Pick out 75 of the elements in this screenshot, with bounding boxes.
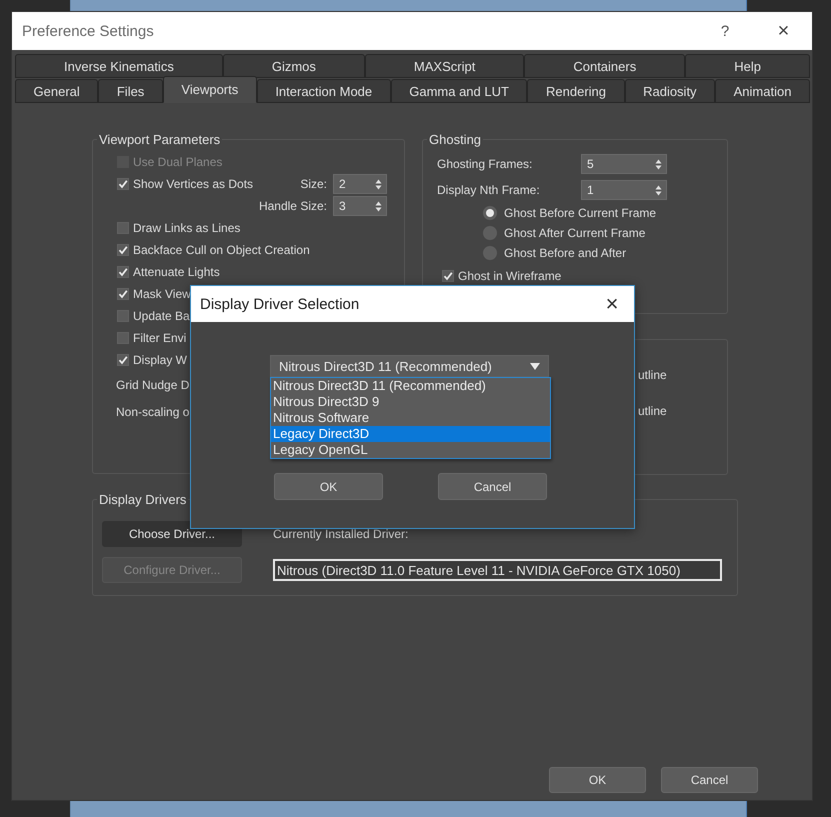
checkbox[interactable] bbox=[117, 222, 129, 234]
checkbox-label: Display W bbox=[133, 353, 188, 367]
ok-button[interactable]: OK bbox=[549, 767, 646, 793]
help-button[interactable]: ? bbox=[695, 22, 755, 40]
radio-label: Ghost Before Current Frame bbox=[504, 206, 656, 220]
radio-button[interactable] bbox=[483, 206, 497, 220]
spinner-label: Display Nth Frame: bbox=[437, 183, 540, 197]
radio-button[interactable] bbox=[483, 226, 497, 240]
checkbox[interactable] bbox=[442, 270, 454, 282]
cancel-button[interactable]: Cancel bbox=[438, 473, 547, 500]
dropdown-option[interactable]: Legacy OpenGL bbox=[271, 442, 550, 458]
dropdown-arrow-icon[interactable] bbox=[530, 362, 540, 370]
spinner-field[interactable]: 5 bbox=[581, 154, 667, 174]
field-label: Non-scaling o bbox=[116, 404, 190, 418]
cancel-button[interactable]: Cancel bbox=[661, 767, 758, 793]
tab[interactable]: Gizmos bbox=[222, 54, 365, 78]
checkbox-label: Mask View bbox=[133, 287, 191, 301]
spinner-arrows-icon[interactable] bbox=[375, 200, 382, 212]
tab[interactable]: MAXScript bbox=[364, 54, 524, 78]
checkbox[interactable] bbox=[117, 244, 129, 256]
checkbox-label: Use Dual Planes bbox=[133, 155, 222, 169]
driver-dropdown[interactable]: Nitrous Direct3D 11 (Recommended) bbox=[270, 355, 549, 377]
group-title: Viewport Parameters bbox=[98, 132, 222, 147]
spinner-label: Ghosting Frames: bbox=[437, 157, 532, 171]
field-label: Currently Installed Driver: bbox=[273, 527, 410, 541]
checkbox[interactable] bbox=[117, 332, 129, 344]
radio-label: Ghost Before and After bbox=[504, 246, 626, 260]
radio-label: Ghost After Current Frame bbox=[504, 226, 646, 240]
dropdown-option[interactable]: Nitrous Direct3D 9 bbox=[271, 394, 550, 410]
spinner-label: Handle Size: bbox=[258, 199, 327, 213]
dialog-title: Display Driver Selection bbox=[200, 296, 360, 312]
window-title: Preference Settings bbox=[22, 22, 155, 40]
option-label: utline bbox=[638, 404, 667, 418]
checkbox-label: Update Ba bbox=[133, 309, 190, 323]
spinner-label: Size: bbox=[300, 177, 327, 191]
driver-field[interactable]: Nitrous (Direct3D 11.0 Feature Level 11 - NVIDIA GeForce GTX 1050) bbox=[273, 559, 722, 581]
tab[interactable]: Interaction Mode bbox=[256, 79, 391, 103]
checkbox-label: Backface Cull on Object Creation bbox=[133, 243, 310, 257]
checkbox-label: Attenuate Lights bbox=[133, 265, 220, 279]
option-label: utline bbox=[638, 368, 667, 382]
close-button[interactable]: × bbox=[590, 291, 634, 317]
tab[interactable]: Radiosity bbox=[624, 79, 716, 103]
spinner-arrows-icon[interactable] bbox=[655, 184, 662, 196]
dropdown-option[interactable]: Nitrous Direct3D 11 (Recommended) bbox=[271, 378, 550, 394]
group-title: Display Drivers bbox=[98, 492, 188, 507]
checkbox[interactable] bbox=[117, 178, 129, 190]
tab[interactable]: Gamma and LUT bbox=[390, 79, 528, 103]
tab[interactable]: Inverse Kinematics bbox=[15, 54, 223, 78]
checkbox-label: Draw Links as Lines bbox=[133, 221, 240, 235]
checkbox-label: Show Vertices as Dots bbox=[133, 177, 254, 191]
dropdown-option[interactable]: Nitrous Software bbox=[271, 410, 550, 426]
tab[interactable]: Containers bbox=[524, 54, 686, 78]
dropdown-option[interactable]: Legacy Direct3D bbox=[271, 426, 550, 442]
spinner-field[interactable]: 2 bbox=[333, 174, 387, 194]
checkbox[interactable] bbox=[117, 354, 129, 366]
radio-button[interactable] bbox=[483, 246, 497, 260]
spinner-field[interactable]: 1 bbox=[581, 180, 667, 200]
tab[interactable]: Viewports bbox=[162, 76, 257, 103]
group-title: Ghosting bbox=[428, 132, 482, 147]
tab[interactable]: Rendering bbox=[527, 79, 625, 103]
spinner-arrows-icon[interactable] bbox=[375, 178, 382, 190]
spinner-arrows-icon[interactable] bbox=[655, 158, 662, 170]
checkbox[interactable] bbox=[117, 288, 129, 300]
tab[interactable]: General bbox=[15, 79, 98, 103]
checkbox[interactable] bbox=[117, 310, 129, 322]
close-button[interactable]: × bbox=[755, 20, 812, 42]
checkbox-label: Filter Envi bbox=[133, 331, 186, 345]
field-label: Grid Nudge D bbox=[116, 378, 190, 392]
spinner-field[interactable]: 3 bbox=[333, 196, 387, 216]
checkbox[interactable] bbox=[117, 266, 129, 278]
tab[interactable]: Animation bbox=[715, 79, 810, 103]
checkbox-label: Ghost in Wireframe bbox=[458, 269, 562, 283]
tab[interactable]: Help bbox=[685, 54, 810, 78]
ok-button[interactable]: OK bbox=[274, 473, 383, 500]
tab[interactable]: Files bbox=[98, 79, 163, 103]
